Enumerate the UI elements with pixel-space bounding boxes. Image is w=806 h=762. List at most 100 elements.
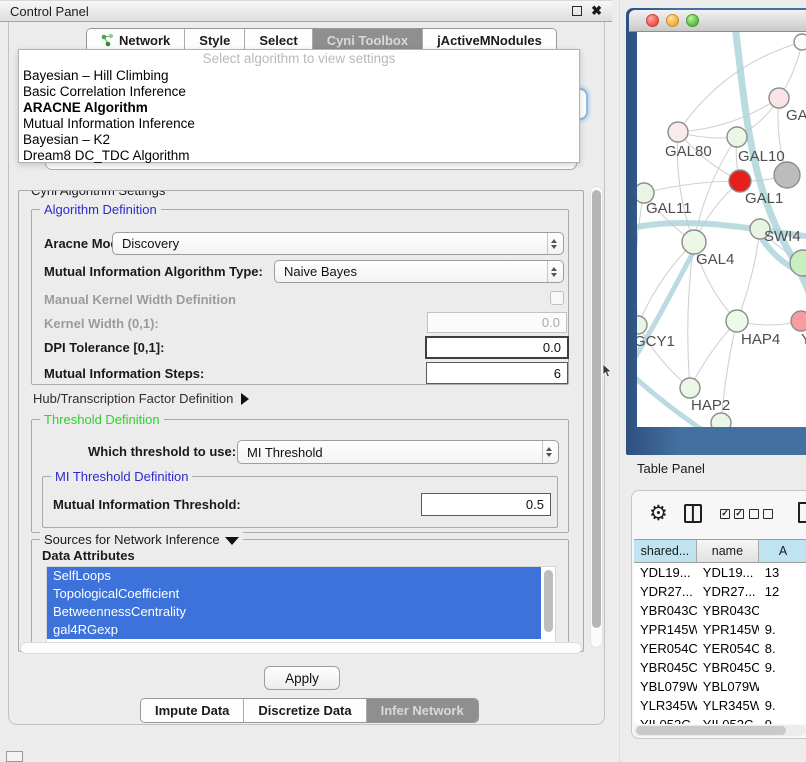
mi-threshold-field[interactable]: 0.5 — [421, 493, 551, 516]
table-cell[interactable]: 9. — [759, 696, 806, 715]
table-cell[interactable]: YLR345W — [634, 696, 697, 715]
mi-steps-label: Mutual Information Steps: — [44, 366, 204, 381]
node-label: GAL4 — [696, 251, 734, 268]
docked-panel-icon[interactable] — [6, 751, 23, 762]
table-cell[interactable]: YDL19... — [634, 563, 697, 582]
table-cell[interactable]: YPR145W — [634, 620, 697, 639]
node-table: shared... name A YDL19...YDL19...13YDR27… — [634, 539, 806, 724]
table-cell[interactable]: YDR27... — [697, 582, 759, 601]
table-cell[interactable] — [759, 677, 806, 696]
table-cell[interactable]: YDR27... — [634, 582, 697, 601]
settings-horizontal-scrollbar[interactable] — [20, 642, 582, 654]
table-row[interactable]: YPR145WYPR145W9. — [634, 620, 806, 639]
table-cell[interactable]: 9. — [759, 658, 806, 677]
table-cell[interactable]: YPR145W — [697, 620, 759, 639]
apply-button[interactable]: Apply — [264, 666, 340, 690]
table-row[interactable]: YIL052CYIL052C9. — [634, 715, 806, 724]
network-node-gal[interactable] — [769, 88, 789, 108]
table-cell[interactable]: 13 — [759, 563, 806, 582]
popup-item-mutual-information[interactable]: Mutual Information Inference — [19, 116, 579, 132]
popup-item-dream8[interactable]: Dream8 DC_TDC Algorithm — [19, 148, 579, 164]
table-cell[interactable]: YBR045C — [634, 658, 697, 677]
network-window-titlebar[interactable] — [629, 10, 806, 32]
aracne-mode-combo[interactable]: Discovery — [112, 232, 564, 255]
table-cell[interactable]: 9. — [759, 715, 806, 724]
popup-item-bayesian-k2[interactable]: Bayesian – K2 — [19, 132, 579, 148]
table-row[interactable]: YBL079WYBL079W — [634, 677, 806, 696]
document-icon[interactable] — [798, 502, 806, 523]
network-node-hap4[interactable] — [726, 310, 748, 332]
kernel-width-field[interactable]: 0.0 — [427, 312, 567, 333]
data-attributes-list[interactable]: SelfLoops TopologicalCoefficient Between… — [46, 566, 556, 646]
table-cell[interactable]: YLR345W — [697, 696, 759, 715]
table-row[interactable]: YER054CYER054C8. — [634, 639, 806, 658]
table-row[interactable]: YBR043CYBR043C — [634, 601, 806, 620]
mi-steps-field[interactable]: 6 — [426, 362, 568, 384]
settings-vertical-scrollbar[interactable] — [590, 186, 603, 648]
table-horizontal-scrollbar[interactable] — [634, 725, 806, 736]
table-cell[interactable]: YIL052C — [697, 715, 759, 724]
table-cell[interactable]: 12 — [759, 582, 806, 601]
network-node[interactable] — [774, 162, 800, 188]
network-canvas[interactable]: GALGAL80GAL10GAL1GAL11SWI4GAL4GCY1HAP4YH… — [637, 32, 806, 427]
gear-icon[interactable]: ⚙ — [649, 501, 668, 527]
dpi-tolerance-field[interactable]: 0.0 — [425, 336, 569, 359]
table-cell[interactable]: YBL079W — [634, 677, 697, 696]
list-scrollbar[interactable] — [543, 569, 554, 641]
list-item[interactable]: BetweennessCentrality — [47, 603, 541, 621]
list-item[interactable]: TopologicalCoefficient — [47, 585, 541, 603]
hide-columns-icon[interactable] — [749, 509, 773, 519]
network-node-gal1[interactable] — [729, 170, 751, 192]
column-header-shared-name[interactable]: shared... — [634, 540, 697, 562]
table-cell[interactable]: 9. — [759, 620, 806, 639]
table-cell[interactable]: YDL19... — [697, 563, 759, 582]
column-header-name[interactable]: name — [697, 540, 759, 562]
control-panel-titlebar[interactable]: Control Panel ✖ — [0, 0, 612, 22]
tab-impute-data[interactable]: Impute Data — [141, 699, 243, 722]
table-cell[interactable]: YBR043C — [697, 601, 759, 620]
table-row[interactable]: YDL19...YDL19...13 — [634, 563, 806, 582]
network-node-gcy1[interactable] — [637, 316, 647, 334]
popup-item-aracne[interactable]: ARACNE Algorithm — [19, 100, 579, 116]
node-label: GAL1 — [745, 190, 783, 207]
tab-discretize-data[interactable]: Discretize Data — [243, 699, 365, 722]
zoom-traffic-light-icon[interactable] — [686, 14, 699, 27]
table-cell[interactable]: YBR045C — [697, 658, 759, 677]
close-icon[interactable]: ✖ — [591, 6, 602, 16]
table-cell[interactable]: 8. — [759, 639, 806, 658]
float-window-icon[interactable] — [572, 6, 582, 16]
show-columns-icon[interactable] — [720, 509, 744, 519]
sources-title[interactable]: Sources for Network Inference — [40, 532, 243, 547]
table-cell[interactable]: YBR043C — [634, 601, 697, 620]
table-cell[interactable]: YER054C — [697, 639, 759, 658]
tab-infer-network[interactable]: Infer Network — [366, 699, 478, 722]
close-traffic-light-icon[interactable] — [646, 14, 659, 27]
split-view-icon[interactable] — [684, 504, 702, 523]
table-cell[interactable]: YER054C — [634, 639, 697, 658]
minimize-traffic-light-icon[interactable] — [666, 14, 679, 27]
popup-item-bayesian-hill-climbing[interactable]: Bayesian – Hill Climbing — [19, 68, 579, 84]
network-node-hap2[interactable] — [680, 378, 700, 398]
table-row[interactable]: YLR345WYLR345W9. — [634, 696, 806, 715]
table-cell[interactable] — [759, 601, 806, 620]
which-threshold-combo[interactable]: MI Threshold — [237, 440, 559, 464]
table-row[interactable]: YDR27...YDR27...12 — [634, 582, 806, 601]
mi-algorithm-type-combo[interactable]: Naive Bayes — [274, 260, 564, 283]
mouse-cursor — [602, 364, 614, 378]
hub-definition-expander[interactable]: Hub/Transcription Factor Definition — [33, 391, 249, 406]
column-header-cut[interactable]: A — [759, 540, 806, 562]
mi-threshold-label: Mutual Information Threshold: — [53, 497, 241, 512]
network-node[interactable] — [711, 413, 731, 427]
kernel-width-label: Kernel Width (0,1): — [44, 316, 159, 331]
table-cell[interactable]: YBL079W — [697, 677, 759, 696]
table-row[interactable]: YBR045CYBR045C9. — [634, 658, 806, 677]
list-item[interactable]: gal4RGexp — [47, 621, 541, 639]
network-node-gal10[interactable] — [727, 127, 747, 147]
manual-kernel-checkbox[interactable] — [550, 291, 564, 305]
table-cell[interactable]: YIL052C — [634, 715, 697, 724]
network-node-gal80[interactable] — [668, 122, 688, 142]
network-node-y[interactable] — [791, 311, 806, 331]
network-node[interactable] — [794, 34, 806, 50]
list-item[interactable]: SelfLoops — [47, 567, 541, 585]
popup-item-basic-correlation[interactable]: Basic Correlation Inference — [19, 84, 579, 100]
